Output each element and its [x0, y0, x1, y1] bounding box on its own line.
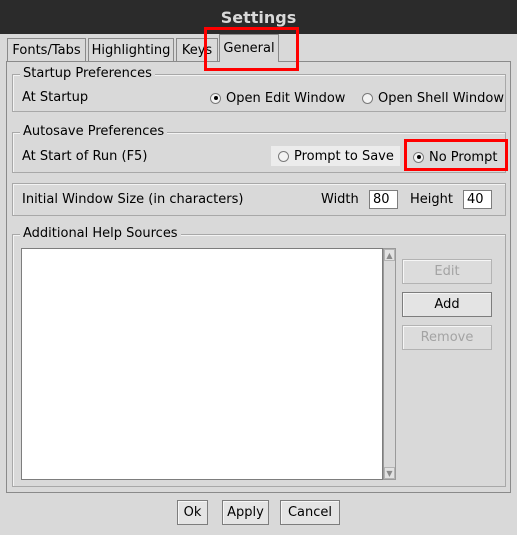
scroll-up-arrow-icon[interactable]: ▲ [384, 249, 395, 261]
open-shell-window-radio[interactable]: Open Shell Window [362, 89, 504, 107]
tab-highlighting[interactable]: Highlighting [88, 38, 174, 61]
help-sources-scrollbar[interactable]: ▲ ▼ [383, 248, 396, 480]
remove-help-source-button[interactable]: Remove [402, 325, 492, 350]
radio-unselected-icon [362, 92, 373, 104]
height-input[interactable]: 40 [463, 190, 492, 209]
add-help-source-button[interactable]: Add [402, 292, 492, 317]
autosave-preferences-group: Autosave Preferences At Start of Run (F5… [12, 124, 506, 173]
cancel-button[interactable]: Cancel [280, 500, 340, 525]
general-tab-panel: Startup Preferences At Startup Open Edit… [6, 61, 511, 493]
scroll-down-arrow-icon[interactable]: ▼ [384, 467, 395, 479]
open-edit-window-radio[interactable]: Open Edit Window [210, 89, 345, 107]
ok-button[interactable]: Ok [177, 500, 208, 525]
edit-help-source-button[interactable]: Edit [402, 259, 492, 284]
at-startup-label: At Startup [22, 90, 89, 105]
width-label: Width [321, 192, 359, 207]
autosave-preferences-title: Autosave Preferences [20, 124, 168, 140]
tab-general[interactable]: General [219, 34, 279, 62]
no-prompt-radio[interactable]: No Prompt [413, 148, 497, 166]
width-input[interactable]: 80 [369, 190, 398, 209]
tab-fonts-tabs[interactable]: Fonts/Tabs [7, 38, 86, 61]
at-start-of-run-label: At Start of Run (F5) [22, 149, 148, 164]
apply-button[interactable]: Apply [222, 500, 269, 525]
height-label: Height [410, 192, 453, 207]
window-title-bar: Settings [0, 0, 517, 34]
radio-unselected-icon [278, 150, 289, 162]
startup-preferences-title: Startup Preferences [20, 66, 155, 82]
help-sources-title: Additional Help Sources [20, 226, 181, 242]
help-sources-list[interactable] [21, 248, 383, 480]
radio-selected-icon [413, 151, 424, 163]
radio-selected-icon [210, 92, 221, 104]
prompt-to-save-radio[interactable]: Prompt to Save [271, 146, 400, 166]
tab-keys[interactable]: Keys [176, 38, 218, 61]
startup-preferences-group: Startup Preferences At Startup Open Edit… [12, 66, 506, 112]
window-size-group: Initial Window Size (in characters) Widt… [12, 183, 506, 216]
initial-window-size-label: Initial Window Size (in characters) [22, 192, 244, 207]
window-title: Settings [220, 7, 297, 27]
